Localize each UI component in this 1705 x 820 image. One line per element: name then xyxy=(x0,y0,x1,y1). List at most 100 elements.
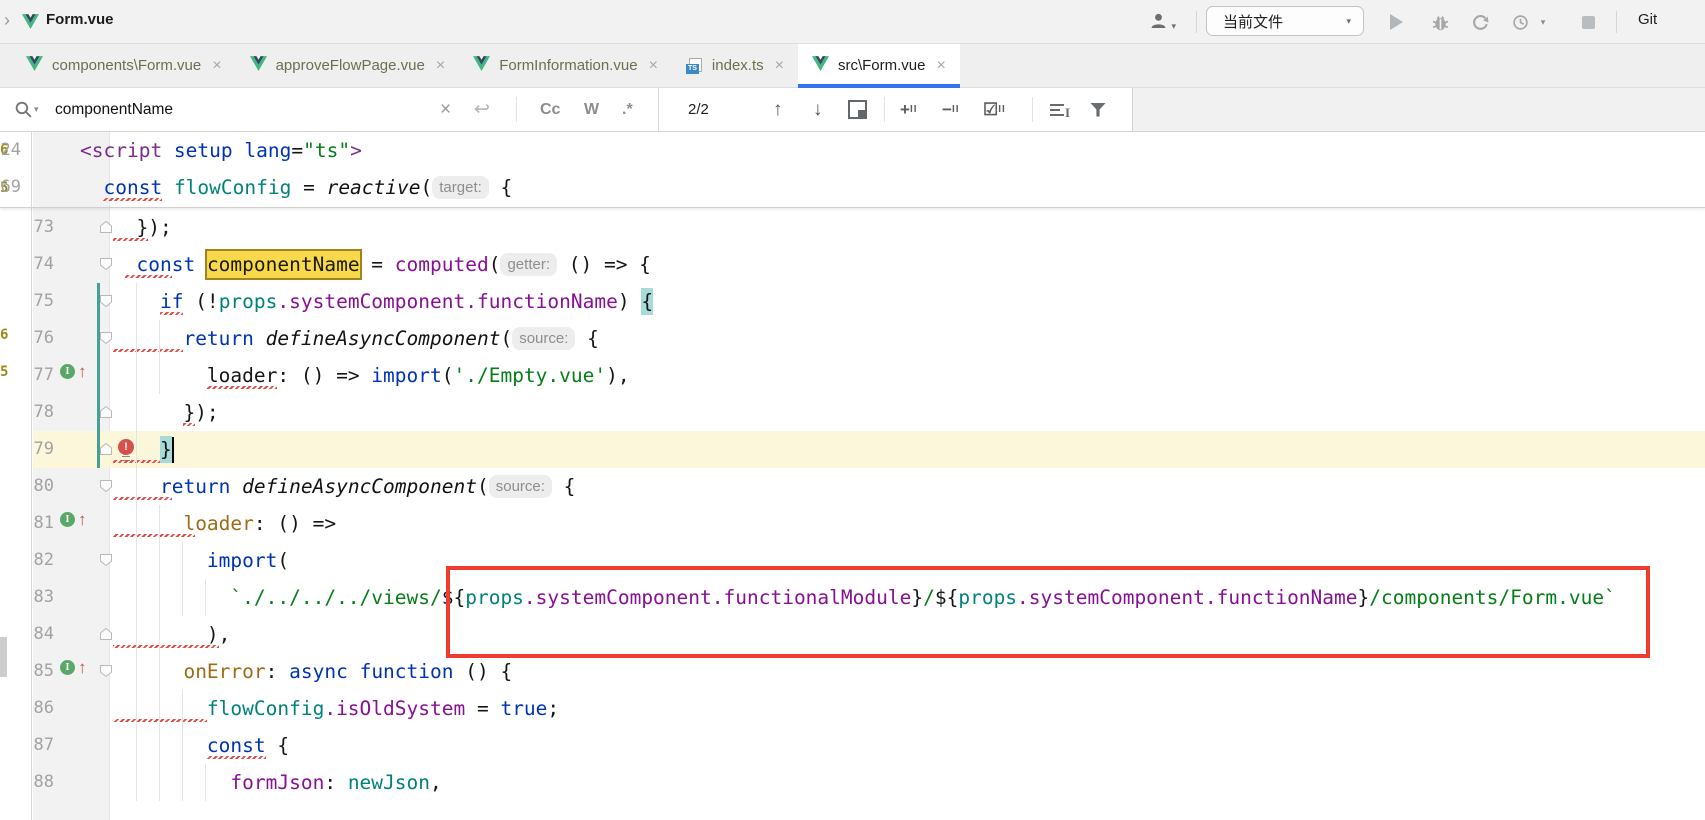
fold-marker-up[interactable] xyxy=(99,442,113,461)
line-number: 73 xyxy=(33,209,54,246)
code-text: return defineAsyncComponent(source: { xyxy=(113,320,599,357)
tab-components-form.vue[interactable]: components\Form.vue × xyxy=(12,44,236,87)
tab-index.ts[interactable]: TSindex.ts× xyxy=(672,44,798,87)
next-match-button[interactable]: ↓ xyxy=(813,88,823,131)
code-text: onError: async function () { xyxy=(113,653,512,690)
code-line-88[interactable]: 88 formJson: newJson, xyxy=(33,764,1705,801)
tab-approveflowpage.vue[interactable]: approveFlowPage.vue× xyxy=(236,44,460,87)
line-number: 74 xyxy=(33,246,54,283)
code-line-78[interactable]: 78 }); xyxy=(33,394,1705,431)
previous-match-button[interactable]: ↑ xyxy=(773,88,783,131)
fold-marker-down[interactable] xyxy=(99,331,113,350)
tab-close-icon[interactable]: × xyxy=(649,57,658,75)
error-squiggle xyxy=(183,423,195,426)
select-all-occurrences-button[interactable]: ☑II xyxy=(983,88,1006,131)
whole-words-toggle[interactable]: W xyxy=(584,88,599,131)
code-line-85[interactable]: 85I↑ onError: async function () { xyxy=(33,653,1705,690)
tab-forminformation.vue[interactable]: FormInformation.vue × xyxy=(459,44,672,87)
add-occurrence-button[interactable]: +II xyxy=(900,88,918,131)
debug-button[interactable] xyxy=(1430,12,1450,32)
code-line-74[interactable]: 74 const componentName = computed(getter… xyxy=(33,246,1705,283)
code-line-24[interactable]: 24<script setup lang="ts"> xyxy=(0,132,1705,169)
fold-marker-down[interactable] xyxy=(99,294,113,313)
cutoff-text-fragment: 6 xyxy=(0,327,10,343)
code-line-86[interactable]: 86 flowConfig.isOldSystem = true; xyxy=(33,690,1705,727)
chevron-down-icon: ▾ xyxy=(1171,21,1176,31)
search-options-icon[interactable]: I xyxy=(1050,88,1066,131)
fold-marker-down[interactable] xyxy=(99,664,113,683)
breadcrumb-chevron-icon: › xyxy=(4,10,10,31)
fold-marker-up[interactable] xyxy=(99,405,113,424)
find-toolbar: ▾ componentName × ↩ Cc W .* 2/2 ↑ ↓ +II … xyxy=(0,88,1705,132)
fold-marker-down[interactable] xyxy=(99,479,113,498)
code-line-75[interactable]: 75 if (!props.systemComponent.functionNa… xyxy=(33,283,1705,320)
line-number: 78 xyxy=(33,394,54,431)
chevron-down-icon: ▾ xyxy=(1346,16,1351,27)
gutter-inspection-icon[interactable]: I↑ xyxy=(60,364,87,379)
code-text: const componentName = computed(getter: (… xyxy=(113,246,651,283)
new-line-icon[interactable]: ↩ xyxy=(474,88,490,131)
tab-close-icon[interactable]: × xyxy=(212,57,221,75)
line-number: 79 xyxy=(33,431,54,468)
search-icon[interactable]: ▾ xyxy=(14,88,39,131)
regex-toggle[interactable]: .* xyxy=(622,88,633,131)
error-squiggle xyxy=(207,756,266,759)
cutoff-text-fragment: 5 xyxy=(0,364,10,380)
run-button[interactable] xyxy=(1386,12,1406,32)
code-line-81[interactable]: 81I↑ loader: () => xyxy=(33,505,1705,542)
vue-file-icon xyxy=(26,56,43,76)
search-input[interactable]: componentName xyxy=(55,88,173,131)
code-line-79[interactable]: 79! } xyxy=(33,431,1705,468)
code-line-87[interactable]: 87 const { xyxy=(33,727,1705,764)
typescript-file-icon: TS xyxy=(686,58,703,74)
match-case-toggle[interactable]: Cc xyxy=(540,88,560,131)
match-count: 2/2 xyxy=(688,88,709,131)
run-with-coverage-button[interactable] xyxy=(1470,12,1490,32)
open-in-find-window-button[interactable] xyxy=(848,88,867,131)
filter-icon[interactable] xyxy=(1090,88,1106,131)
tab-close-icon[interactable]: × xyxy=(775,57,784,75)
gutter-inspection-icon[interactable]: I↑ xyxy=(60,512,87,527)
divider xyxy=(658,88,659,131)
tab-close-icon[interactable]: × xyxy=(936,57,945,75)
line-number: 84 xyxy=(33,616,54,653)
vue-file-icon xyxy=(473,56,490,76)
profiler-dropdown[interactable]: ▾ xyxy=(1537,12,1549,32)
code-editor[interactable]: 6565 73 });74 const componentName = comp… xyxy=(0,132,1705,820)
tab-src-form.vue[interactable]: src\Form.vue× xyxy=(798,44,960,87)
fold-marker-down[interactable] xyxy=(99,553,113,572)
code-text: <script setup lang="ts"> xyxy=(80,132,362,169)
user-account-button[interactable]: ▾ xyxy=(1150,12,1176,34)
tab-label: components\Form.vue xyxy=(52,57,201,74)
code-line-80[interactable]: 80 return defineAsyncComponent(source: { xyxy=(33,468,1705,505)
git-menu[interactable]: Git xyxy=(1638,11,1657,28)
tab-close-icon[interactable]: × xyxy=(436,57,445,75)
code-line-77[interactable]: 77I↑ loader: () => import('./Empty.vue')… xyxy=(33,357,1705,394)
matched-brace-highlight: } xyxy=(160,436,172,463)
code-line-76[interactable]: 76 return defineAsyncComponent(source: { xyxy=(33,320,1705,357)
parameter-hint: source: xyxy=(512,327,575,350)
fold-marker-up[interactable] xyxy=(99,220,113,239)
vue-file-icon xyxy=(250,56,267,76)
window-artifact xyxy=(0,637,7,677)
gutter-inspection-icon[interactable]: I↑ xyxy=(60,660,87,675)
stop-button[interactable] xyxy=(1578,12,1598,32)
tab-label: FormInformation.vue xyxy=(499,57,637,74)
error-squiggle xyxy=(125,275,172,278)
annotation-red-box xyxy=(446,566,1650,658)
indent-guide xyxy=(205,764,206,801)
clear-search-icon[interactable]: × xyxy=(440,88,451,131)
remove-occurrence-button[interactable]: −II xyxy=(942,88,960,131)
line-number: 88 xyxy=(33,764,54,801)
fold-marker-down[interactable] xyxy=(99,257,113,276)
code-line-73[interactable]: 73 }); xyxy=(33,209,1705,246)
profiler-button[interactable] xyxy=(1510,12,1530,32)
code-line-69[interactable]: 69 const flowConfig = reactive(target: { xyxy=(0,169,1705,206)
indent-guide xyxy=(159,320,160,394)
run-configuration-select[interactable]: 当前文件 ▾ xyxy=(1206,6,1364,36)
fold-marker-up[interactable] xyxy=(99,627,113,646)
vcs-change-marker[interactable] xyxy=(97,283,100,468)
window-title: Form.vue xyxy=(46,11,114,28)
code-text: loader: () => import('./Empty.vue'), xyxy=(113,357,630,394)
error-squiggle xyxy=(207,386,277,389)
